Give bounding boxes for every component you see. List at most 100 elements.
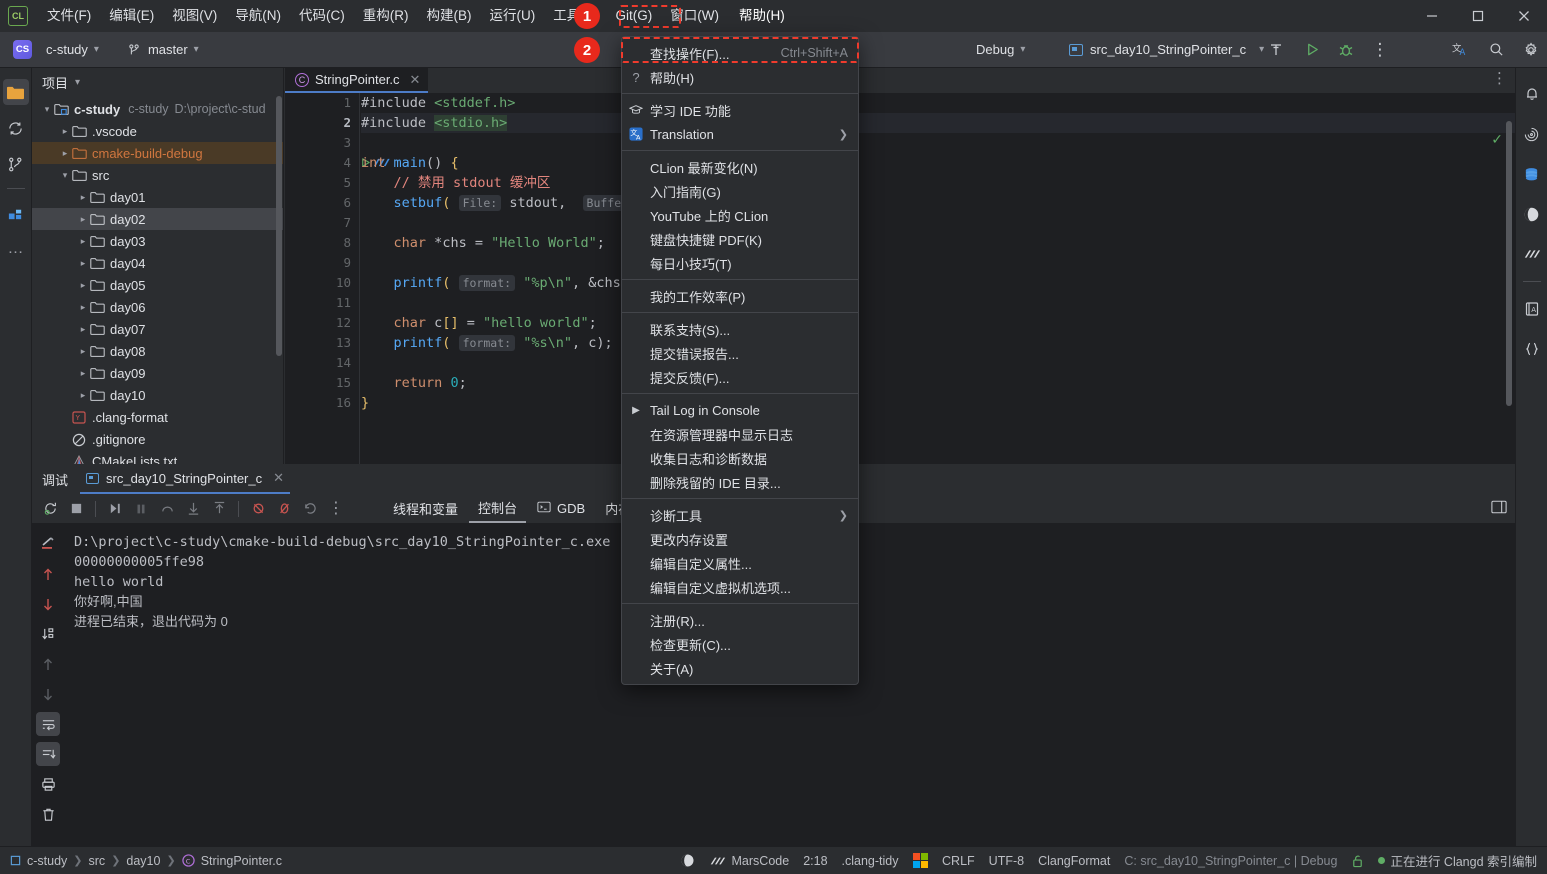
tree-item-day10[interactable]: ▸day10: [32, 384, 283, 406]
tree-item-day09[interactable]: ▸day09: [32, 362, 283, 384]
indexing-status[interactable]: 正在进行 Clangd 索引编制: [1378, 851, 1537, 870]
tree-expand-arrow[interactable]: ▸: [76, 192, 90, 203]
step-out-icon[interactable]: [207, 497, 231, 521]
menu-item-19[interactable]: 在资源管理器中显示日志: [622, 422, 858, 446]
run-config-selector[interactable]: src_day10_StringPointer_c ▾: [1063, 40, 1270, 59]
clang-tidy-status[interactable]: .clang-tidy: [842, 854, 899, 868]
lock-icon[interactable]: [1351, 854, 1364, 868]
mute-breakpoints-icon[interactable]: [246, 497, 270, 521]
tree-item-src[interactable]: ▾src: [32, 164, 283, 186]
line-number-14[interactable]: 14: [285, 353, 359, 373]
stop-icon[interactable]: [64, 497, 88, 521]
rerun-icon[interactable]: [38, 497, 62, 521]
clear-all-icon[interactable]: [36, 802, 60, 826]
menu-item-26[interactable]: 编辑自定义虚拟机选项...: [622, 575, 858, 599]
menu-edit[interactable]: 编辑(E): [100, 3, 163, 29]
scroll-up-icon[interactable]: [36, 562, 60, 586]
down-icon[interactable]: [36, 682, 60, 706]
notifications-bell-icon[interactable]: [1519, 81, 1545, 107]
step-over-icon[interactable]: [155, 497, 179, 521]
menu-item-21[interactable]: 删除残留的 IDE 目录...: [622, 470, 858, 494]
breadcrumb-item-1[interactable]: src: [89, 854, 106, 868]
line-number-13[interactable]: 13: [285, 333, 359, 353]
menu-item-1[interactable]: ?帮助(H): [622, 65, 858, 89]
menu-item-4[interactable]: 文ATranslation❯: [622, 122, 858, 146]
menu-item-28[interactable]: 注册(R)...: [622, 608, 858, 632]
tree-item-c-study[interactable]: ▾c-studyc-studyD:\project\c-stud: [32, 98, 283, 120]
code-view[interactable]: 12345678910111213141516 #include <stddef…: [285, 93, 1515, 464]
close-button[interactable]: [1501, 0, 1547, 32]
menu-item-25[interactable]: 编辑自定义属性...: [622, 551, 858, 575]
chevron-down-icon[interactable]: ▾: [75, 77, 80, 88]
inspection-ok-icon[interactable]: ✓: [1491, 131, 1503, 148]
line-separator[interactable]: CRLF: [942, 854, 975, 868]
menu-item-6[interactable]: CLion 最新变化(N): [622, 155, 858, 179]
menu-item-8[interactable]: YouTube 上的 CLion: [622, 203, 858, 227]
resume-icon[interactable]: [103, 497, 127, 521]
tree-item-day02[interactable]: ▸day02: [32, 208, 283, 230]
clang-format-status[interactable]: ClangFormat: [1038, 854, 1110, 868]
build-config-selector[interactable]: Debug ▾: [970, 40, 1031, 59]
tree-expand-arrow[interactable]: ▾: [40, 104, 54, 115]
tree-expand-arrow[interactable]: ▸: [58, 148, 72, 159]
tree-item--vscode[interactable]: ▸.vscode: [32, 120, 283, 142]
print-icon[interactable]: [36, 772, 60, 796]
tree-expand-arrow[interactable]: ▸: [76, 236, 90, 247]
more-tool-windows-icon[interactable]: …: [3, 236, 29, 262]
menu-item-7[interactable]: 入门指南(G): [622, 179, 858, 203]
up-icon[interactable]: [36, 652, 60, 676]
line-number-4[interactable]: 4: [285, 153, 359, 173]
line-number-10[interactable]: 10: [285, 273, 359, 293]
menu-item-30[interactable]: 关于(A): [622, 656, 858, 680]
project-selector[interactable]: c-study ▾: [40, 40, 105, 59]
close-icon[interactable]: ✕: [273, 470, 284, 486]
menu-item-3[interactable]: 学习 IDE 功能: [622, 98, 858, 122]
menu-build[interactable]: 构建(B): [418, 3, 481, 29]
step-into-icon[interactable]: [181, 497, 205, 521]
pause-icon[interactable]: [129, 497, 153, 521]
line-number-2[interactable]: 2: [285, 113, 359, 133]
tree-expand-arrow[interactable]: ▸: [76, 258, 90, 269]
line-number-9[interactable]: 9: [285, 253, 359, 273]
debug-tab-console[interactable]: 控制台: [469, 495, 526, 523]
tree-item-day07[interactable]: ▸day07: [32, 318, 283, 340]
file-encoding[interactable]: UTF-8: [989, 854, 1024, 868]
scroll-down-icon[interactable]: [36, 592, 60, 616]
tree-item-day01[interactable]: ▸day01: [32, 186, 283, 208]
tree-item-cmake-build-debug[interactable]: ▸cmake-build-debug: [32, 142, 283, 164]
wrap-lines-icon[interactable]: [36, 712, 60, 736]
windows-icon[interactable]: [913, 853, 929, 869]
menu-item-18[interactable]: ▶Tail Log in Console: [622, 398, 858, 422]
line-number-16[interactable]: 16: [285, 393, 359, 413]
caret-position[interactable]: 2:18: [803, 854, 827, 868]
menu-file[interactable]: 文件(F): [38, 3, 100, 29]
tree-expand-arrow[interactable]: ▸: [76, 346, 90, 357]
tree-expand-arrow[interactable]: ▸: [76, 368, 90, 379]
tree-item--clang-format[interactable]: Y.clang-format: [32, 406, 283, 428]
menu-item-0[interactable]: 查找操作(F)...Ctrl+Shift+A: [622, 41, 858, 65]
debug-more-icon[interactable]: ⋮: [324, 497, 348, 521]
search-icon[interactable]: [1483, 37, 1509, 63]
tree-expand-arrow[interactable]: ▸: [76, 214, 90, 225]
menu-view[interactable]: 视图(V): [163, 3, 226, 29]
pull-requests-icon[interactable]: [3, 151, 29, 177]
sync-status-icon[interactable]: [680, 853, 695, 868]
more-actions-icon[interactable]: ⋮: [1367, 37, 1393, 63]
tree-expand-arrow[interactable]: ▾: [58, 170, 72, 181]
menu-item-10[interactable]: 每日小技巧(T): [622, 251, 858, 275]
menu-item-23[interactable]: 诊断工具❯: [622, 503, 858, 527]
tree-item-cmakelists-txt[interactable]: CMakeLists.txt: [32, 450, 283, 464]
scroll-to-end-icon[interactable]: [36, 742, 60, 766]
line-number-1[interactable]: 1: [285, 93, 359, 113]
menu-item-9[interactable]: 键盘快捷键 PDF(K): [622, 227, 858, 251]
tree-item--gitignore[interactable]: .gitignore: [32, 428, 283, 450]
soft-wrap-icon[interactable]: [36, 532, 60, 556]
cmake-profile[interactable]: C: src_day10_StringPointer_c | Debug: [1124, 854, 1337, 868]
line-number-7[interactable]: 7: [285, 213, 359, 233]
line-number-11[interactable]: 11: [285, 293, 359, 313]
project-scrollbar[interactable]: [276, 96, 282, 356]
tree-item-day04[interactable]: ▸day04: [32, 252, 283, 274]
close-icon[interactable]: ✕: [410, 72, 421, 88]
debug-session-tab[interactable]: src_day10_StringPointer_c ✕: [80, 465, 290, 494]
menu-item-29[interactable]: 检查更新(C)...: [622, 632, 858, 656]
